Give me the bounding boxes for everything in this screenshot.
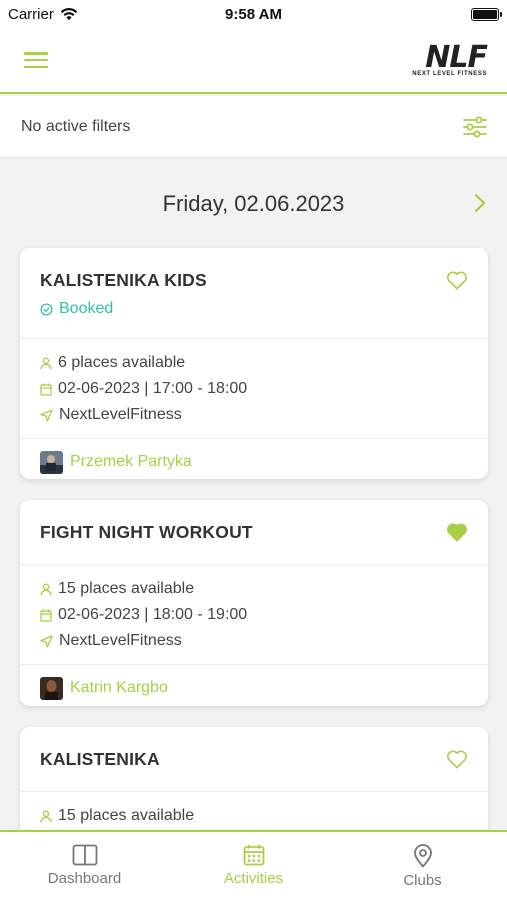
carrier-label: Carrier: [8, 5, 54, 23]
places-row: 15 places available: [40, 803, 468, 829]
places-row: 6 places available: [40, 350, 468, 376]
calendar-small-icon: [40, 383, 52, 396]
activity-card[interactable]: KALISTENIKA KIDS Booked 6 places availab…: [20, 248, 488, 479]
activity-card[interactable]: FIGHT NIGHT WORKOUT 15 places available …: [20, 500, 488, 706]
navigation-arrow-icon: [40, 408, 53, 422]
heart-filled-icon[interactable]: [446, 522, 468, 542]
menu-button[interactable]: [24, 50, 48, 70]
chevron-right-icon[interactable]: [473, 192, 487, 214]
tab-clubs[interactable]: Clubs: [338, 832, 507, 900]
tab-label: Dashboard: [47, 870, 122, 887]
activity-title: KALISTENIKA: [40, 749, 160, 769]
calendar-icon: [243, 844, 264, 866]
activity-details: 15 places available 02-06-2023 | 18:00 -…: [20, 565, 488, 664]
activity-title: FIGHT NIGHT WORKOUT: [40, 522, 253, 542]
trainer-link[interactable]: Przemek Partyka: [20, 439, 488, 485]
avatar: [40, 450, 63, 474]
date-navigator: Friday, 02.06.2023: [0, 178, 507, 230]
places-label: 15 places available: [58, 807, 195, 824]
datetime-label: 02-06-2023 | 18:00 - 19:00: [58, 606, 248, 623]
places-row: 15 places available: [40, 576, 468, 602]
person-icon: [40, 357, 52, 369]
heart-outline-icon[interactable]: [446, 749, 468, 769]
battery-icon: [471, 7, 502, 21]
places-label: 15 places available: [58, 580, 195, 597]
location-row: NextLevelFitness: [40, 402, 468, 428]
booked-label: Booked: [59, 300, 114, 317]
hamburger-icon: [24, 52, 48, 55]
calendar-small-icon: [40, 609, 52, 622]
app-header: NLF NEXT LEVEL FITNESS: [0, 28, 507, 94]
location-label: NextLevelFitness: [59, 406, 182, 423]
location-label: NextLevelFitness: [59, 632, 182, 649]
trainer-link[interactable]: Katrin Kargbo: [20, 665, 488, 711]
avatar: [40, 676, 63, 700]
date-label: Friday, 02.06.2023: [162, 191, 345, 216]
tab-label: Activities: [223, 870, 284, 887]
logo-mark: NLF: [425, 39, 488, 75]
booked-status: Booked: [40, 300, 468, 318]
tab-label: Clubs: [403, 872, 442, 889]
filter-bar: No active filters: [0, 96, 507, 158]
dashboard-icon: [72, 844, 97, 866]
trainer-name: Przemek Partyka: [70, 453, 192, 470]
person-icon: [40, 810, 52, 822]
tab-activities[interactable]: Activities: [169, 832, 338, 900]
wifi-icon: [60, 8, 78, 21]
location-pin-icon: [413, 844, 432, 868]
heart-outline-icon[interactable]: [446, 270, 468, 290]
carrier-group: Carrier: [8, 6, 78, 23]
places-label: 6 places available: [58, 354, 186, 371]
check-circle-icon: [40, 302, 53, 316]
trainer-name: Katrin Kargbo: [70, 679, 168, 696]
app-logo: NLF NEXT LEVEL FITNESS: [412, 39, 488, 77]
datetime-row: 02-06-2023 | 17:00 - 18:00: [40, 376, 468, 402]
datetime-row: 02-06-2023 | 18:00 - 19:00: [40, 602, 468, 628]
datetime-label: 02-06-2023 | 17:00 - 18:00: [58, 380, 248, 397]
person-icon: [40, 583, 52, 595]
filter-status-label: No active filters: [21, 117, 131, 135]
filter-sliders-icon[interactable]: [463, 116, 487, 138]
logo-subtext: NEXT LEVEL FITNESS: [412, 70, 487, 77]
location-row: NextLevelFitness: [40, 628, 468, 654]
navigation-arrow-icon: [40, 634, 53, 648]
status-bar: Carrier 9:58 AM: [0, 0, 507, 28]
activity-details: 6 places available 02-06-2023 | 17:00 - …: [20, 339, 488, 438]
tab-dashboard[interactable]: Dashboard: [0, 832, 169, 900]
activity-title: KALISTENIKA KIDS: [40, 270, 207, 290]
bottom-tab-bar: Dashboard Activities Clubs: [0, 830, 507, 900]
